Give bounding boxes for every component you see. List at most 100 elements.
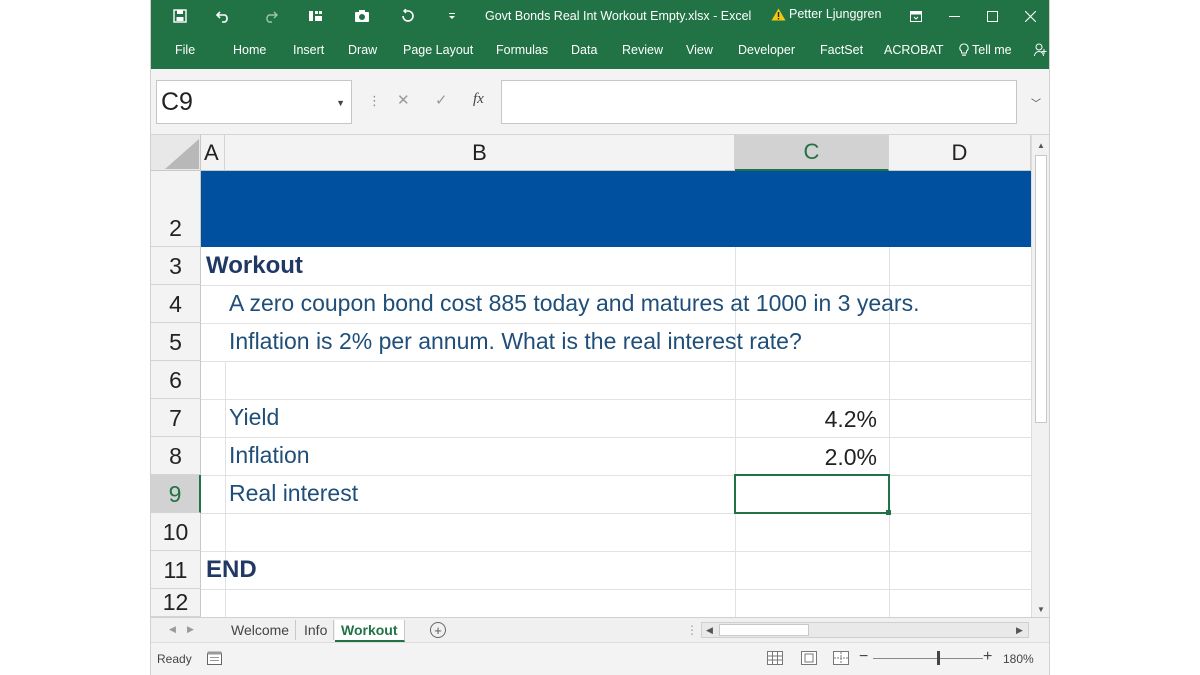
sheet-tab-workout[interactable]: Workout: [335, 620, 405, 642]
name-box-value: C9: [161, 88, 193, 116]
cell-c7[interactable]: 4.2%: [737, 406, 877, 433]
splitter-dots-icon[interactable]: ⋮: [686, 623, 698, 637]
status-bar: Ready − + 180%: [151, 642, 1049, 675]
tab-draw[interactable]: Draw: [348, 43, 377, 57]
tab-page-layout[interactable]: Page Layout: [403, 43, 473, 57]
selected-cell-c9[interactable]: [734, 474, 890, 514]
row-header-4[interactable]: 4: [151, 285, 201, 323]
row-header-3[interactable]: 3: [151, 247, 201, 285]
row-header-11[interactable]: 11: [151, 551, 201, 589]
chevron-down-icon[interactable]: ▼: [336, 98, 345, 108]
column-header-c[interactable]: C: [735, 135, 889, 171]
customize-icon[interactable]: [443, 7, 461, 25]
gridline: [201, 361, 1031, 362]
cell-c8[interactable]: 2.0%: [737, 444, 877, 471]
tab-data[interactable]: Data: [571, 43, 597, 57]
quick-access-icon[interactable]: [307, 7, 325, 25]
macro-record-icon[interactable]: [207, 651, 222, 670]
gridline: [201, 399, 1031, 400]
save-icon[interactable]: [171, 7, 189, 25]
normal-view-icon[interactable]: [767, 651, 783, 665]
zoom-level[interactable]: 180%: [1003, 652, 1034, 666]
gridline: [201, 437, 1031, 438]
maximize-icon[interactable]: [981, 6, 1003, 26]
fill-handle[interactable]: [886, 510, 891, 515]
row-header-5[interactable]: 5: [151, 323, 201, 361]
user-account[interactable]: Petter Ljunggren: [771, 7, 881, 21]
status-text: Ready: [157, 652, 192, 666]
tab-insert[interactable]: Insert: [293, 43, 324, 57]
close-icon[interactable]: [1019, 6, 1041, 26]
redo-icon[interactable]: [261, 7, 279, 25]
tell-me-button[interactable]: Tell me: [959, 43, 1012, 57]
tab-file[interactable]: File: [175, 43, 195, 57]
gridline: [201, 551, 1031, 552]
undo-icon[interactable]: [215, 7, 233, 25]
tab-home[interactable]: Home: [233, 43, 266, 57]
insert-function-button[interactable]: fx: [473, 91, 484, 108]
horizontal-scrollbar[interactable]: ◀ ▶: [701, 622, 1029, 638]
lightbulb-icon: [959, 43, 969, 56]
zoom-in-icon[interactable]: +: [983, 648, 992, 666]
sheet-tab-info[interactable]: Info: [298, 620, 335, 640]
tab-acrobat[interactable]: ACROBAT: [884, 43, 944, 57]
refresh-icon[interactable]: [399, 7, 417, 25]
tab-factset[interactable]: FactSet: [820, 43, 863, 57]
name-box[interactable]: C9 ▼: [156, 80, 352, 124]
gridline: [201, 589, 1031, 590]
gridline: [201, 513, 1031, 514]
zoom-slider-thumb[interactable]: [937, 651, 940, 665]
cell-b8[interactable]: Inflation: [229, 442, 310, 469]
scroll-right-icon[interactable]: ▶: [1016, 625, 1023, 636]
enter-icon[interactable]: ✓: [435, 91, 448, 109]
gridline: [201, 285, 1031, 286]
cell-b9[interactable]: Real interest: [229, 480, 358, 507]
share-icon[interactable]: [1034, 43, 1047, 60]
select-all-button[interactable]: [151, 135, 201, 171]
tab-formulas[interactable]: Formulas: [496, 43, 548, 57]
ribbon-tabs: File Home Insert Draw Page Layout Formul…: [151, 32, 1049, 69]
vertical-scrollbar[interactable]: ▲ ▼: [1031, 135, 1049, 617]
tab-review[interactable]: Review: [622, 43, 663, 57]
sheet-tab-welcome[interactable]: Welcome: [225, 620, 297, 640]
worksheet-grid: A B C D 2 3 4 5 6 7 8 9 10 11 12 Workout…: [151, 135, 1049, 617]
tab-view[interactable]: View: [686, 43, 713, 57]
row-header-6[interactable]: 6: [151, 361, 201, 399]
zoom-slider[interactable]: [873, 658, 983, 659]
row-header-8[interactable]: 8: [151, 437, 201, 475]
row-header-10[interactable]: 10: [151, 513, 201, 551]
vertical-scroll-thumb[interactable]: [1035, 155, 1047, 423]
tab-developer[interactable]: Developer: [738, 43, 795, 57]
scroll-up-icon[interactable]: ▲: [1032, 137, 1049, 153]
cell-a11[interactable]: END: [206, 556, 257, 584]
expand-formula-icon[interactable]: ﹀: [1031, 95, 1041, 110]
row-header-12[interactable]: 12: [151, 589, 201, 617]
ribbon-display-icon[interactable]: [905, 6, 927, 26]
next-sheet-icon[interactable]: ▶: [187, 624, 194, 635]
row-header-2[interactable]: 2: [151, 171, 201, 247]
row-header-9[interactable]: 9: [151, 475, 201, 513]
minimize-icon[interactable]: [943, 6, 965, 26]
scroll-left-icon[interactable]: ◀: [706, 625, 713, 636]
page-break-view-icon[interactable]: [833, 651, 849, 665]
cancel-icon[interactable]: ✕: [397, 91, 410, 109]
prev-sheet-icon[interactable]: ◀: [169, 624, 176, 635]
window-title: Govt Bonds Real Int Workout Empty.xlsx -…: [485, 9, 752, 23]
column-header-b[interactable]: B: [225, 135, 735, 171]
formula-input[interactable]: [501, 80, 1017, 124]
column-header-d[interactable]: D: [889, 135, 1031, 171]
cell-b7[interactable]: Yield: [229, 404, 279, 431]
horizontal-scroll-thumb[interactable]: [719, 624, 809, 636]
page-layout-view-icon[interactable]: [801, 651, 817, 665]
zoom-out-icon[interactable]: −: [859, 648, 868, 666]
cell-b5[interactable]: Inflation is 2% per annum. What is the r…: [229, 328, 802, 355]
camera-icon[interactable]: [353, 7, 371, 25]
excel-window: Govt Bonds Real Int Workout Empty.xlsx -…: [150, 0, 1050, 675]
column-header-a[interactable]: A: [201, 135, 225, 171]
row-header-7[interactable]: 7: [151, 399, 201, 437]
scroll-down-icon[interactable]: ▼: [1032, 601, 1049, 617]
cell-a3[interactable]: Workout: [206, 252, 303, 280]
add-sheet-icon[interactable]: +: [430, 622, 446, 638]
cell-b4[interactable]: A zero coupon bond cost 885 today and ma…: [229, 290, 919, 317]
more-options-icon[interactable]: ⋮: [368, 93, 381, 109]
